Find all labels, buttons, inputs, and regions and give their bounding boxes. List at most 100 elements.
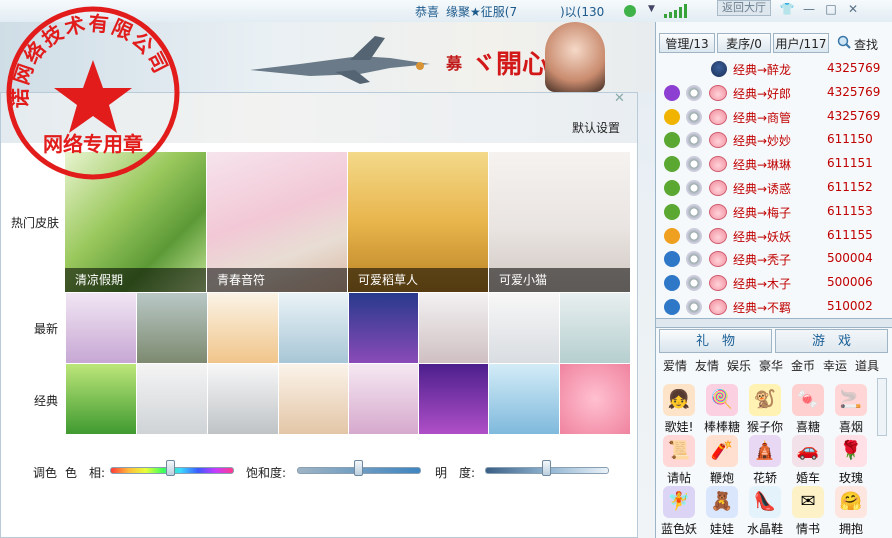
gift-item[interactable]: 🤗 拥抱 [830,486,872,536]
skin-tile-scarecrow[interactable]: 可爱稻草人 [348,152,488,292]
skin-tile-kitten[interactable]: 可爱小猫 [489,152,630,292]
tab-users[interactable]: 用户/117 [773,33,829,53]
close-button[interactable]: ✕ [842,0,864,18]
skin-thumb-new-3[interactable] [208,293,278,363]
gift-item[interactable]: 🧚 蓝色妖 [658,486,700,536]
gift-category-props[interactable]: 道具 [855,357,879,374]
default-settings-link[interactable]: 默认设置 [572,119,620,136]
user-name[interactable]: 经典→木子 [733,275,791,292]
user-rank-icon [664,108,680,125]
skin-thumb-new-4[interactable] [279,293,348,363]
camera-icon[interactable] [686,84,702,101]
user-row[interactable]: 经典→琳琳 611151 [660,153,882,176]
skin-thumb-new-7[interactable] [489,293,559,363]
saturation-slider-thumb[interactable] [354,460,363,476]
user-name[interactable]: 经典→醉龙 [733,61,791,78]
user-name[interactable]: 经典→琳琳 [733,156,791,173]
skin-thumb-new-2[interactable] [137,293,207,363]
search-icon[interactable] [837,35,851,49]
camera-icon[interactable] [686,156,702,173]
skin-thumb-classic-1[interactable] [66,364,136,434]
tab-games[interactable]: 游 戏 [775,329,888,353]
camera-icon[interactable] [686,132,702,149]
user-row[interactable]: 经典→妖妖 611155 [660,225,882,248]
camera-icon[interactable] [686,180,702,196]
gift-item[interactable]: 🍭 棒棒糖 [701,384,743,434]
panel-splitter[interactable] [656,318,892,328]
user-name[interactable]: 经典→梅子 [733,204,791,221]
gift-label: 歌娃! [664,420,694,434]
user-row[interactable]: 经典→妙妙 611150 [660,129,882,152]
skin-tile-youth-music[interactable]: 青春音符 [207,152,347,292]
gift-item[interactable]: 🛕 花轿 [744,435,786,485]
tab-gifts[interactable]: 礼 物 [659,329,772,353]
user-row[interactable]: 经典→木子 500006 [660,272,882,295]
user-row[interactable]: 经典→梅子 611153 [660,201,882,224]
gift-category-love[interactable]: 爱情 [663,357,687,374]
user-name[interactable]: 经典→不羁 [733,299,791,316]
user-row[interactable]: 经典→诱惑 611152 [660,177,882,200]
greeting-text: 恭喜 [415,5,440,19]
gift-item[interactable]: 🚬 喜烟 [830,384,872,434]
tab-managers[interactable]: 管理/13 [659,33,715,53]
camera-icon[interactable] [686,299,702,315]
camera-icon[interactable] [686,108,702,125]
gift-item[interactable]: 🐒 猴子你 [744,384,786,434]
skin-thumb-classic-8[interactable] [560,364,630,434]
back-to-hall-button[interactable]: 返回大厅 [717,0,771,16]
gift-item[interactable]: 🧸 娃娃 [701,486,743,536]
hue-slider-thumb[interactable] [165,460,175,476]
user-row[interactable]: 经典→不羁 510002 [660,296,882,319]
gift-category-friendship[interactable]: 友情 [695,357,719,374]
gift-item[interactable]: 🚗 婚车 [787,435,829,485]
signal-strength-icon [662,4,692,18]
user-row[interactable]: 经典→醉龙 4325769 [660,58,882,81]
skin-thumb-new-8[interactable] [560,293,630,363]
brightness-slider-thumb[interactable] [542,460,551,476]
skin-thumb-classic-7[interactable] [489,364,559,434]
gift-item[interactable]: ✉ 情书 [787,486,829,536]
gift-item[interactable]: 📜 请帖 [658,435,700,485]
camera-icon[interactable] [686,203,702,220]
camera-icon[interactable] [686,275,702,292]
gift-scrollbar[interactable] [877,378,887,436]
chevron-down-icon[interactable]: ▼ [648,4,655,14]
user-rank-icon [664,180,680,196]
skin-thumb-classic-3[interactable] [208,364,278,434]
gift-item[interactable]: 🧨 鞭炮 [701,435,743,485]
gift-category-luxury[interactable]: 豪华 [759,357,783,374]
user-name[interactable]: 经典→妙妙 [733,132,791,149]
gift-category-lucky[interactable]: 幸运 [823,357,847,374]
camera-icon[interactable] [686,227,702,244]
skin-thumb-classic-4[interactable] [279,364,348,434]
user-row[interactable]: 经典→好郎 4325769 [660,82,882,105]
dialog-close-button[interactable]: ✕ [614,92,628,106]
tab-mic-queue[interactable]: 麦序/0 [717,33,771,53]
user-row[interactable]: 经典→商管 4325769 [660,106,882,129]
gift-category-entertainment[interactable]: 娱乐 [727,357,751,374]
skin-thumb-classic-2[interactable] [137,364,207,434]
search-button[interactable]: 查找 [854,36,878,53]
skin-thumb-new-5[interactable] [349,293,418,363]
user-name[interactable]: 经典→秃子 [733,251,791,268]
user-name[interactable]: 经典→好郎 [733,85,791,102]
gift-item[interactable]: 👧 歌娃! [658,384,700,434]
maximize-button[interactable]: □ [820,0,842,18]
user-name[interactable]: 经典→妖妖 [733,228,791,245]
gift-item[interactable]: 🍬 喜糖 [787,384,829,434]
user-row[interactable]: 经典→秃子 500004 [660,248,882,271]
skin-thumb-classic-5[interactable] [349,364,418,434]
user-name[interactable]: 经典→商管 [733,109,791,126]
user-name[interactable]: 经典→诱惑 [733,180,791,197]
shirt-icon[interactable]: 👕 [776,0,798,18]
minimize-button[interactable]: — [798,0,820,18]
skin-thumb-new-6[interactable] [419,293,488,363]
camera-icon[interactable] [686,251,702,268]
gift-item[interactable]: 👠 水晶鞋 [744,486,786,536]
gift-item[interactable]: 🌹 玫瑰 [830,435,872,485]
seal-bottom-text: 网络专用章 [43,132,143,156]
gift-category-coins[interactable]: 金币 [791,357,815,374]
skin-thumb-new-1[interactable] [66,293,136,363]
skin-thumb-classic-6[interactable] [419,364,488,434]
online-status-icon[interactable] [624,5,636,17]
